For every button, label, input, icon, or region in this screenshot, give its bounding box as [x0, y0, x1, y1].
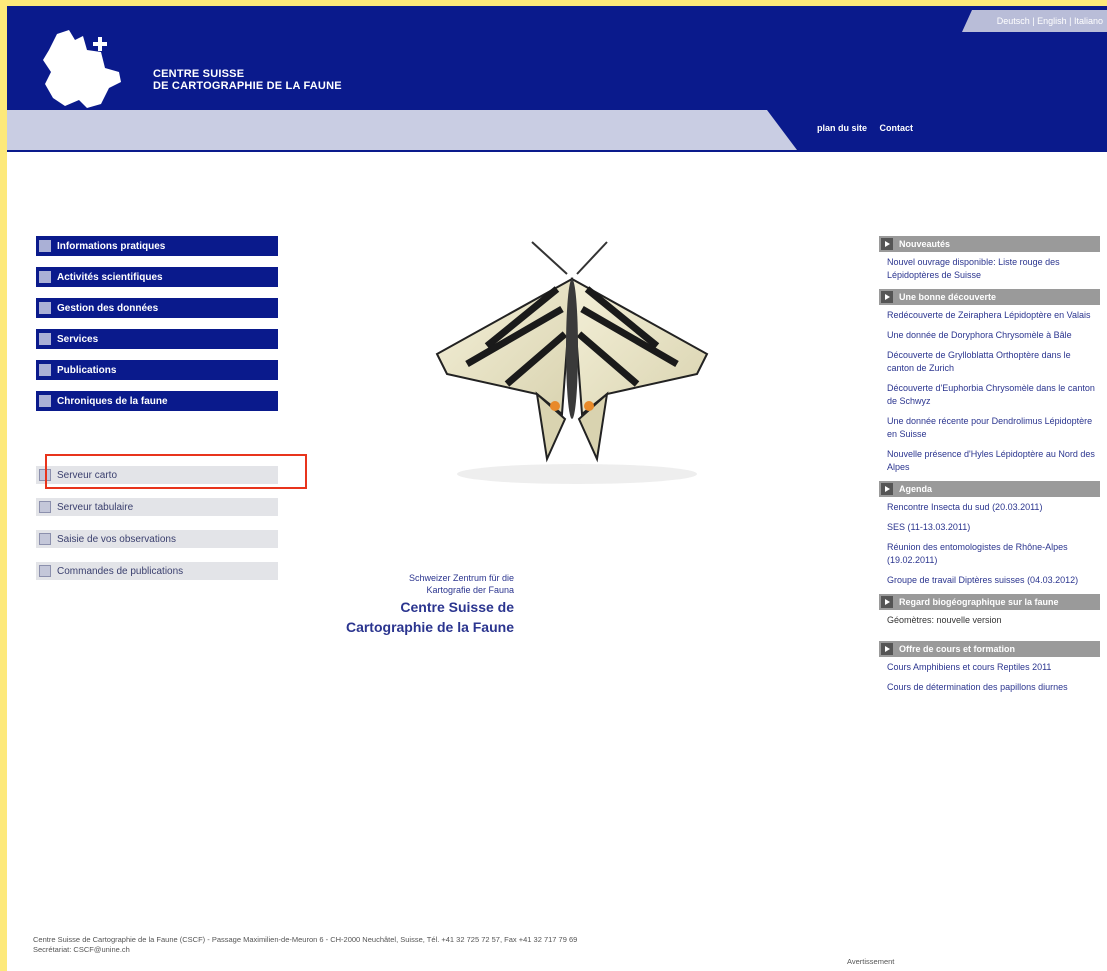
sidebar-link[interactable]: Redécouverte de Zeiraphera Lépidoptère e…: [887, 309, 1100, 322]
sidebar-link[interactable]: SES (11-13.03.2011): [887, 521, 1100, 534]
checkbox-icon: [39, 533, 51, 545]
nav-label: Services: [57, 333, 99, 345]
bullet-icon: [39, 302, 51, 314]
sidebar-link[interactable]: Découverte d'Euphorbia Chrysomèle dans l…: [887, 382, 1100, 408]
bullet-icon: [39, 271, 51, 283]
nav-item-commandes-publications[interactable]: Commandes de publications: [36, 562, 278, 580]
nav-item-activites-scientifiques[interactable]: Activités scientifiques: [36, 267, 278, 287]
top-links: plan du site Contact: [817, 123, 923, 133]
primary-nav: Informations pratiques Activités scienti…: [36, 236, 278, 422]
arrow-right-icon: [881, 291, 893, 303]
bullet-icon: [39, 364, 51, 376]
arrow-right-icon: [881, 483, 893, 495]
sidebar-text: Géomètres: nouvelle version: [887, 615, 1002, 625]
sidebar-header-cours[interactable]: Offre de cours et formation: [879, 641, 1100, 657]
nav-item-gestion-donnees[interactable]: Gestion des données: [36, 298, 278, 318]
checkbox-icon: [39, 501, 51, 513]
sidebar-header-label: Regard biogéographique sur la faune: [899, 597, 1059, 607]
arrow-right-icon: [881, 596, 893, 608]
tagline-fr-line2: Cartographie de la Faune: [345, 619, 514, 635]
nav-label: Commandes de publications: [57, 565, 184, 577]
nav-label: Saisie de vos observations: [57, 533, 176, 545]
switzerland-map-logo[interactable]: [35, 28, 135, 112]
right-sidebar: Nouveautés Nouvel ouvrage disponible: Li…: [879, 236, 1100, 701]
site-header: Deutsch | English | Italiano CSCF CENTRE…: [7, 6, 1107, 152]
nav-item-serveur-tabulaire[interactable]: Serveur tabulaire: [36, 498, 278, 516]
sidebar-link[interactable]: Réunion des entomologistes de Rhône-Alpe…: [887, 541, 1100, 567]
sidebar-link[interactable]: Groupe de travail Diptères suisses (04.0…: [887, 574, 1100, 587]
sitemap-link[interactable]: plan du site: [817, 123, 867, 133]
secondary-nav: Serveur carto Serveur tabulaire Saisie d…: [36, 466, 278, 594]
nav-label: Activités scientifiques: [57, 271, 163, 283]
footer-address: Centre Suisse de Cartographie de la Faun…: [33, 935, 578, 944]
checkbox-icon: [39, 565, 51, 577]
disclaimer-link[interactable]: Avertissement: [847, 957, 894, 966]
sidebar-header-agenda[interactable]: Agenda: [879, 481, 1100, 497]
logo-abbr: CSCF: [77, 84, 105, 95]
sidebar-header-decouverte[interactable]: Une bonne découverte: [879, 289, 1100, 305]
sidebar-header-label: Nouveautés: [899, 239, 951, 249]
nav-label: Publications: [57, 364, 117, 376]
site-title: CENTRE SUISSE DE CARTOGRAPHIE DE LA FAUN…: [153, 68, 342, 92]
tagline-fr-line1: Centre Suisse de: [400, 599, 514, 615]
sidebar-header-biogeographie[interactable]: Regard biogéographique sur la faune: [879, 594, 1100, 610]
language-links[interactable]: Deutsch | English | Italiano: [962, 10, 1107, 32]
sidebar-header-nouveautes[interactable]: Nouveautés: [879, 236, 1100, 252]
bullet-icon: [39, 240, 51, 252]
nav-label: Informations pratiques: [57, 240, 166, 252]
sidebar-link[interactable]: Nouvel ouvrage disponible: Liste rouge d…: [887, 256, 1100, 282]
tagline-de-line2: Kartografie der Fauna: [426, 585, 514, 595]
site-title-line1: CENTRE SUISSE: [153, 68, 245, 80]
nav-label: Serveur carto: [57, 469, 118, 481]
bullet-icon: [39, 395, 51, 407]
sidebar-header-label: Offre de cours et formation: [899, 644, 1016, 654]
tagline: Schweizer Zentrum für die Kartografie de…: [267, 572, 514, 636]
nav-label: Gestion des données: [57, 302, 159, 314]
sidebar-link[interactable]: Cours de détermination des papillons diu…: [887, 681, 1100, 694]
contact-link[interactable]: Contact: [880, 123, 914, 133]
nav-item-saisie-observations[interactable]: Saisie de vos observations: [36, 530, 278, 548]
sidebar-link[interactable]: Une donnée de Doryphora Chrysomèle à Bâl…: [887, 329, 1100, 342]
butterfly-image: [435, 241, 709, 484]
nav-label: Chroniques de la faune: [57, 395, 168, 407]
sidebar-link[interactable]: Découverte de Grylloblatta Orthoptère da…: [887, 349, 1100, 375]
nav-label: Serveur tabulaire: [57, 501, 134, 513]
footer-email-link[interactable]: Secrétariat: CSCF@unine.ch: [33, 945, 773, 955]
nav-item-services[interactable]: Services: [36, 329, 278, 349]
sidebar-header-label: Une bonne découverte: [899, 292, 997, 302]
sidebar-link[interactable]: Rencontre Insecta du sud (20.03.2011): [887, 501, 1100, 514]
sidebar-link[interactable]: Une donnée récente pour Dendrolimus Lépi…: [887, 415, 1100, 441]
header-stripe: [7, 110, 797, 150]
site-title-line2: DE CARTOGRAPHIE DE LA FAUNE: [153, 80, 342, 92]
nav-item-serveur-carto[interactable]: Serveur carto: [36, 466, 278, 484]
sidebar-link[interactable]: Nouvelle présence d'Hyles Lépidoptère au…: [887, 448, 1100, 474]
arrow-right-icon: [881, 643, 893, 655]
sidebar-header-label: Agenda: [899, 484, 933, 494]
arrow-right-icon: [881, 238, 893, 250]
sidebar-link[interactable]: Cours Amphibiens et cours Reptiles 2011: [887, 661, 1100, 674]
tagline-de-line1: Schweizer Zentrum für die: [408, 573, 514, 583]
footer: Centre Suisse de Cartographie de la Faun…: [33, 935, 773, 955]
nav-item-publications[interactable]: Publications: [36, 360, 278, 380]
checkbox-icon: [39, 469, 51, 481]
nav-item-chroniques-faune[interactable]: Chroniques de la faune: [36, 391, 278, 411]
bullet-icon: [39, 333, 51, 345]
page: Deutsch | English | Italiano CSCF CENTRE…: [7, 6, 1107, 971]
nav-item-informations-pratiques[interactable]: Informations pratiques: [36, 236, 278, 256]
